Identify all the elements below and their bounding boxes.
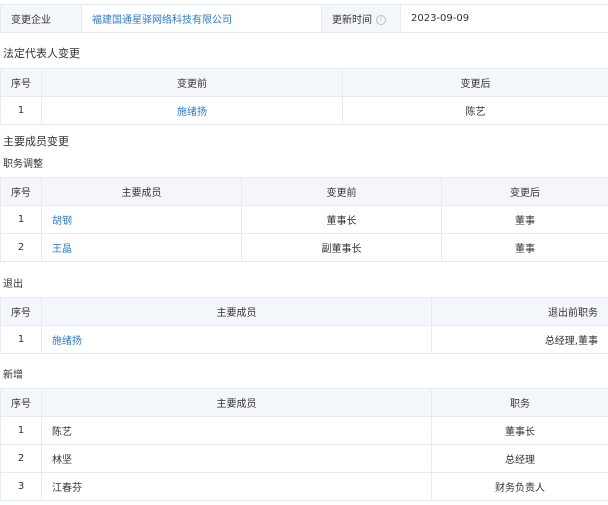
row-index: 1 <box>0 96 42 125</box>
before-value: 董事长 <box>241 205 442 234</box>
legal-rep-table: 序号 变更前 变更后 1 施绪扬 陈艺 <box>0 68 608 125</box>
after-value: 董事 <box>441 233 608 262</box>
table-row: 2 王晶 副董事长 董事 <box>0 233 608 262</box>
col-header-index: 序号 <box>0 177 42 206</box>
exit-subtitle: 退出 <box>3 279 23 290</box>
member-name: 林坚 <box>41 444 432 473</box>
role-value: 总经理 <box>431 444 608 473</box>
legal-rep-title: 法定代表人变更 <box>3 47 80 60</box>
after-value: 陈艺 <box>342 96 608 125</box>
person-link[interactable]: 胡钢 <box>41 205 242 234</box>
member-name: 陈艺 <box>41 416 432 445</box>
members-title: 主要成员变更 <box>3 135 69 148</box>
col-header-before: 变更前 <box>41 68 343 97</box>
adjust-subtitle: 职务调整 <box>3 159 43 170</box>
person-link[interactable]: 施绪扬 <box>41 96 343 125</box>
col-header-after: 变更后 <box>441 177 608 206</box>
col-header-member: 主要成员 <box>41 297 432 326</box>
col-header-index: 序号 <box>0 388 42 417</box>
role-value: 总经理,董事 <box>431 325 608 354</box>
table-row: 1 施绪扬 陈艺 <box>0 96 608 125</box>
row-index: 3 <box>0 472 42 501</box>
col-header-after: 变更后 <box>342 68 608 97</box>
person-link[interactable]: 王晶 <box>41 233 242 262</box>
col-header-index: 序号 <box>0 68 42 97</box>
row-index: 1 <box>0 205 42 234</box>
col-header-index: 序号 <box>0 297 42 326</box>
col-header-before: 变更前 <box>241 177 442 206</box>
member-name: 江春芬 <box>41 472 432 501</box>
company-name-link[interactable]: 福建国通星驿网络科技有限公司 <box>81 4 322 33</box>
row-index: 2 <box>0 233 42 262</box>
table-row: 1 陈艺 董事长 <box>0 416 608 445</box>
row-index: 2 <box>0 444 42 473</box>
col-header-prior-role: 退出前职务 <box>431 297 608 326</box>
before-value: 副董事长 <box>241 233 442 262</box>
time-value: 2023-09-09 <box>400 4 608 33</box>
exit-table: 序号 主要成员 退出前职务 1 施绪扬 总经理,董事 <box>0 297 608 354</box>
table-row: 3 江春芬 财务负责人 <box>0 472 608 501</box>
time-label: 更新时间 <box>332 15 372 26</box>
added-table: 序号 主要成员 职务 1 陈艺 董事长 2 林坚 总经理 3 江春芬 财务负责人 <box>0 388 608 501</box>
company-label: 变更企业 <box>0 4 82 33</box>
table-row: 1 施绪扬 总经理,董事 <box>0 325 608 354</box>
table-row: 1 胡钢 董事长 董事 <box>0 205 608 234</box>
info-icon[interactable]: i <box>376 15 386 25</box>
added-subtitle: 新增 <box>3 370 23 381</box>
after-value: 董事 <box>441 205 608 234</box>
row-index: 1 <box>0 325 42 354</box>
person-link[interactable]: 施绪扬 <box>41 325 432 354</box>
row-index: 1 <box>0 416 42 445</box>
col-header-member: 主要成员 <box>41 177 242 206</box>
role-value: 董事长 <box>431 416 608 445</box>
adjust-table: 序号 主要成员 变更前 变更后 1 胡钢 董事长 董事 2 王晶 副董事长 董事 <box>0 177 608 262</box>
col-header-member: 主要成员 <box>41 388 432 417</box>
time-label-cell: 更新时间 i <box>321 4 401 33</box>
change-info-table: 变更企业 福建国通星驿网络科技有限公司 更新时间 i 2023-09-09 <box>0 4 608 33</box>
table-row: 2 林坚 总经理 <box>0 444 608 473</box>
col-header-role: 职务 <box>431 388 608 417</box>
role-value: 财务负责人 <box>431 472 608 501</box>
